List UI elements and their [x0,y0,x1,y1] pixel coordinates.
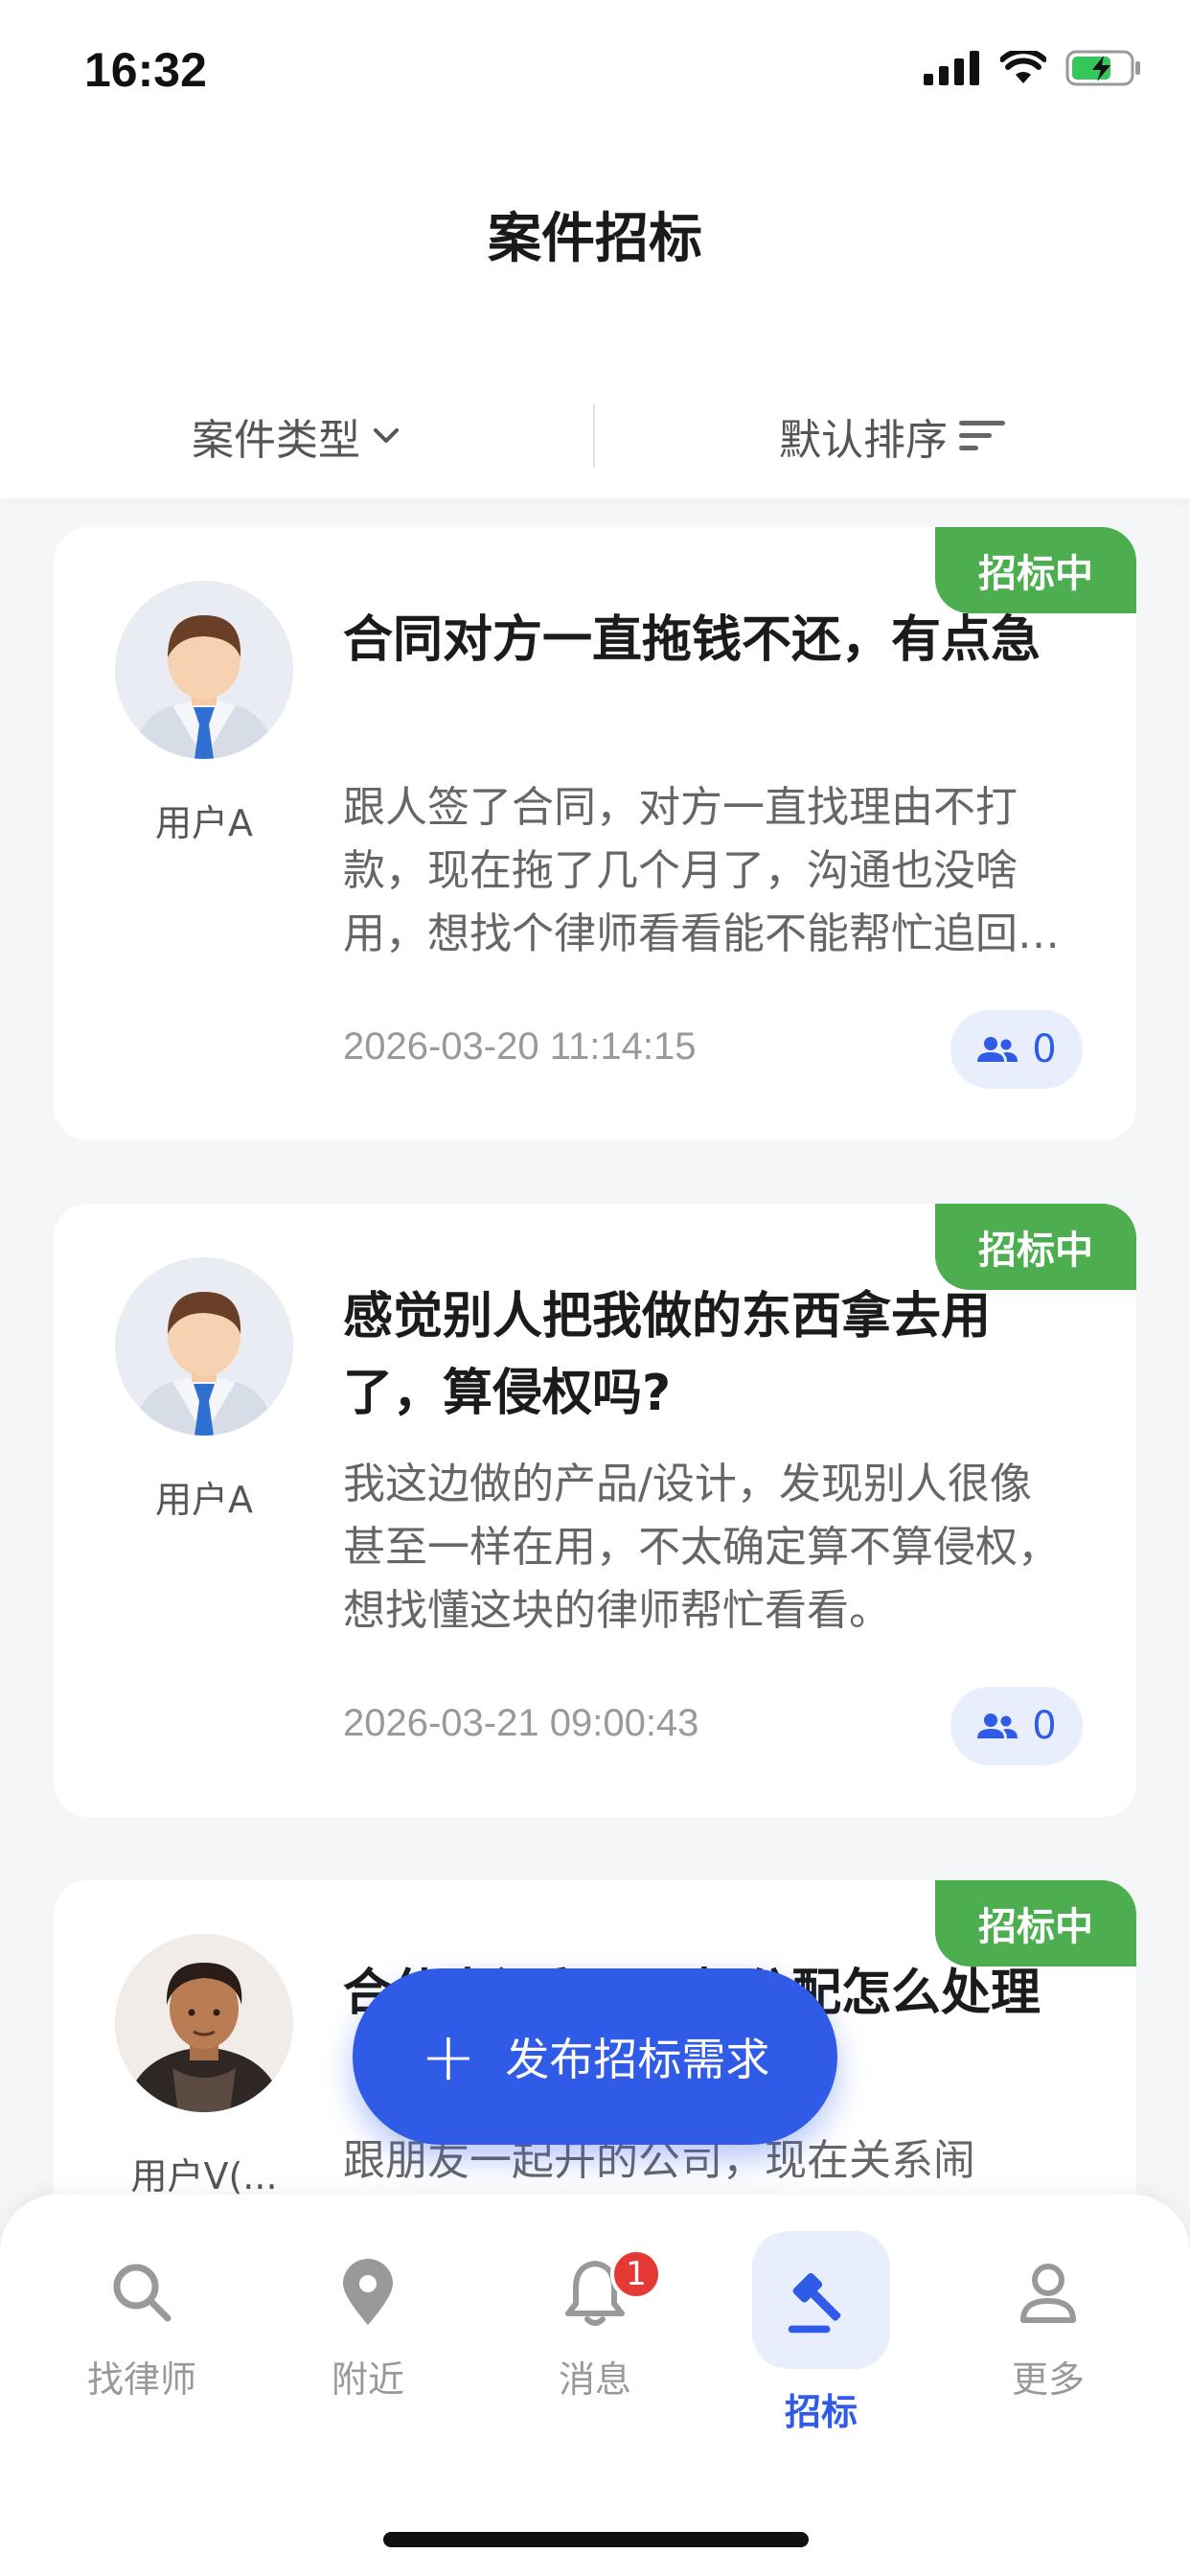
bid-count: 0 [950,1687,1083,1765]
bid-count-value: 0 [1032,1704,1057,1748]
case-list: 招标中 用户A 合同对方一直拖钱不还，有点急 跟人签了合同，对方一直找理由不打款… [0,498,1190,2195]
case-title: 合同对方一直拖钱不还，有点急 [343,611,1041,669]
sort-filter[interactable]: 默认排序 [596,374,1190,498]
avatar [115,581,293,759]
tab-messages[interactable]: 1 消息 [476,2195,714,2472]
user-name: 用户A [155,1479,253,1521]
case-type-label: 案件类型 [192,416,360,465]
wifi-icon [1000,51,1046,83]
sort-icon [959,421,1005,450]
user-name: 用户A [155,802,253,844]
gavel-icon [788,2272,841,2334]
case-title: 感觉别人把我做的东西拿去用了，算侵权吗? [343,1288,992,1422]
avatar [115,1934,293,2112]
tab-label: 找律师 [86,2358,196,2401]
filter-bar: 案件类型 默认排序 [0,374,1190,498]
filter-divider [593,404,595,468]
status-badge: 招标中 [935,1880,1136,1966]
tab-label: 更多 [1011,2358,1085,2401]
chevron-down-icon [374,428,399,443]
unread-badge: 1 [610,2248,662,2300]
case-card[interactable]: 招标中 用户A 感觉别人把我做的东西拿去用了，算侵权吗? 我这边做的产品/设计，… [54,1204,1136,1817]
case-description: 跟人签了合同，对方一直找理由不打款，现在拖了几个月了，沟通也没啥用，想找个律师看… [343,783,1018,958]
status-bar: 16:32 [0,0,1190,144]
tab-label: 招标 [784,2391,858,2433]
page-title: 案件招标 [488,208,702,270]
tab-nearby[interactable]: 附近 [249,2195,487,2472]
bottom-tab-bar: 找律师 附近 1 消息 招标 更多 [0,2195,1190,2472]
tab-label: 消息 [558,2358,631,2401]
publish-bid-button[interactable]: + 发布招标需求 [353,1968,837,2145]
user-name: 用户V(... [130,2155,278,2195]
bid-count-value: 0 [1032,1027,1057,1071]
signal-icon [924,51,979,85]
case-time: 2026-03-20 11:14:15 [343,1025,697,1068]
status-icons [924,50,1142,86]
battery-icon [1065,50,1140,86]
tab-bidding[interactable]: 招标 [702,2195,940,2472]
search-icon [113,2264,172,2322]
tab-label: 附近 [331,2358,404,2401]
status-badge: 招标中 [935,1204,1136,1290]
case-card[interactable]: 招标中 用户A 合同对方一直拖钱不还，有点急 跟人签了合同，对方一直找理由不打款… [54,527,1136,1140]
location-icon [343,2259,393,2325]
status-time: 16:32 [84,43,207,97]
bottom-safe-area [0,2472,1190,2576]
avatar [115,1257,293,1436]
people-icon [977,1714,1018,1738]
case-time: 2026-03-21 09:00:43 [343,1702,699,1744]
case-description: 我这边做的产品/设计，发现别人很像甚至一样在用，不太确定算不算侵权，想找懂这块的… [343,1460,1060,1635]
status-badge: 招标中 [935,527,1136,613]
publish-bid-label: 发布招标需求 [505,2034,770,2085]
tab-more[interactable]: 更多 [929,2195,1167,2472]
bid-count: 0 [950,1010,1083,1089]
case-type-filter[interactable]: 案件类型 [0,374,594,498]
tab-find-lawyer[interactable]: 找律师 [23,2195,261,2472]
plus-icon: + [420,2017,477,2096]
sort-label: 默认排序 [779,416,948,465]
page-header: 案件招标 案件类型 默认排序 [0,144,1190,498]
people-icon [977,1037,1018,1062]
home-indicator[interactable] [383,2532,809,2547]
person-icon [1020,2264,1076,2323]
